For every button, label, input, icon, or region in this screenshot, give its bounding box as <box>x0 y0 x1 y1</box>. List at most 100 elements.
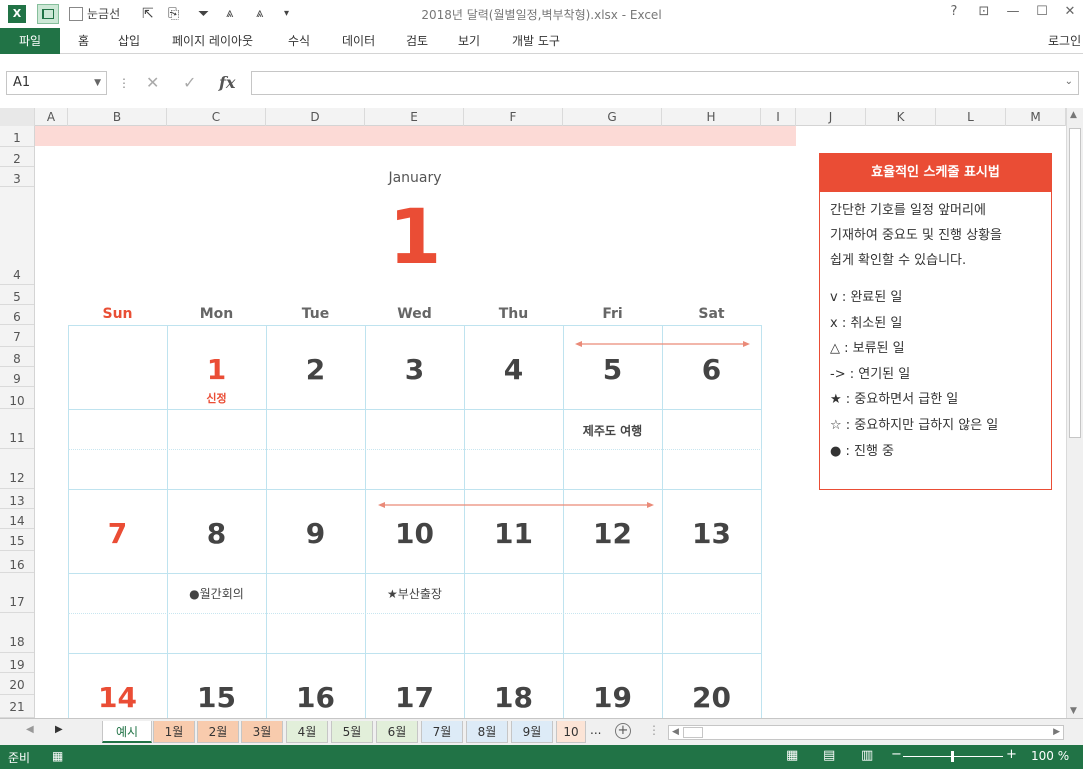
vertical-scrollbar[interactable]: ▲ ▼ <box>1066 108 1083 718</box>
tab-review[interactable]: 검토 <box>406 28 428 54</box>
close-button[interactable]: ✕ <box>1060 4 1080 19</box>
horizontal-scroll-thumb[interactable] <box>683 727 703 738</box>
sheet-tab-oct[interactable]: 10 <box>556 721 586 743</box>
row-header[interactable]: 17 <box>0 573 34 613</box>
scroll-up-icon[interactable]: ▲ <box>1070 110 1077 120</box>
row-header[interactable]: 4 <box>0 187 34 285</box>
sheet-tab-aug[interactable]: 8월 <box>466 721 508 743</box>
column-header[interactable]: H <box>662 108 761 126</box>
normal-view-icon[interactable]: ▦ <box>786 748 798 763</box>
grid-line <box>68 489 762 490</box>
legend-title: 효율적인 스케줄 표시법 <box>820 154 1051 192</box>
scroll-left-icon[interactable]: ◀ <box>672 726 679 739</box>
enter-icon[interactable]: ✓ <box>183 73 196 92</box>
row-header[interactable]: 5 <box>0 285 34 305</box>
zoom-slider-thumb[interactable] <box>951 751 954 762</box>
expand-formula-icon[interactable]: ⌄ <box>1065 76 1073 87</box>
sheet-tab-jan[interactable]: 1월 <box>153 721 195 743</box>
column-header[interactable]: E <box>365 108 464 126</box>
row-header[interactable]: 1 <box>0 126 34 147</box>
tab-home[interactable]: 홈 <box>78 28 89 54</box>
sheet-tab-sep[interactable]: 9월 <box>511 721 553 743</box>
help-button[interactable]: ? <box>944 4 964 19</box>
row-header[interactable]: 9 <box>0 367 34 387</box>
row-header[interactable]: 3 <box>0 167 34 187</box>
column-header[interactable]: A <box>35 108 68 126</box>
legend-item: △ : 보류된 일 <box>830 341 905 357</box>
cancel-icon[interactable]: ✕ <box>146 73 159 92</box>
weekday-sat: Sat <box>698 306 725 322</box>
new-sheet-icon[interactable]: + <box>615 723 631 739</box>
row-header[interactable]: 10 <box>0 387 34 409</box>
name-box[interactable]: A1 ▼ <box>6 71 107 95</box>
macro-record-icon[interactable]: ▦ <box>52 749 63 763</box>
row-header[interactable]: 8 <box>0 347 34 367</box>
row-header[interactable]: 19 <box>0 653 34 673</box>
name-box-value: A1 <box>13 75 31 90</box>
tab-view[interactable]: 보기 <box>458 28 480 54</box>
row-header[interactable]: 18 <box>0 613 34 653</box>
more-tabs-icon[interactable]: ... <box>590 723 601 737</box>
column-header[interactable]: K <box>866 108 936 126</box>
row-header[interactable]: 2 <box>0 147 34 167</box>
row-header[interactable]: 7 <box>0 325 34 347</box>
vertical-scroll-thumb[interactable] <box>1069 128 1081 438</box>
column-header[interactable]: L <box>936 108 1006 126</box>
column-header[interactable]: F <box>464 108 563 126</box>
sheet-tab-feb[interactable]: 2월 <box>197 721 239 743</box>
scroll-tabs-left-icon[interactable]: ◀ <box>26 724 34 735</box>
zoom-in-button[interactable]: + <box>1006 747 1017 762</box>
column-header[interactable]: M <box>1006 108 1066 126</box>
tab-insert[interactable]: 삽입 <box>118 28 140 54</box>
row-header[interactable]: 13 <box>0 489 34 509</box>
column-header[interactable]: I <box>761 108 796 126</box>
maximize-button[interactable]: ☐ <box>1032 4 1052 19</box>
sheet-tab-may[interactable]: 5월 <box>331 721 373 743</box>
sheet-tab-mar[interactable]: 3월 <box>241 721 283 743</box>
more-options-icon: ⋮ <box>118 76 130 90</box>
day-number: 3 <box>404 353 425 386</box>
scroll-down-icon[interactable]: ▼ <box>1070 706 1077 716</box>
page-layout-view-icon[interactable]: ▤ <box>823 748 835 763</box>
insert-function-icon[interactable]: fx <box>219 73 235 92</box>
column-header[interactable]: D <box>266 108 365 126</box>
sheet-tab-example[interactable]: 예시 <box>102 721 152 743</box>
formula-input[interactable]: ⌄ <box>251 71 1079 95</box>
row-header[interactable]: 20 <box>0 673 34 695</box>
row-header[interactable]: 12 <box>0 449 34 489</box>
scroll-right-icon[interactable]: ▶ <box>1053 726 1060 739</box>
zoom-out-button[interactable]: − <box>891 747 902 762</box>
tab-data[interactable]: 데이터 <box>342 28 375 54</box>
zoom-level[interactable]: 100 % <box>1031 749 1069 763</box>
sheet-tab-jul[interactable]: 7월 <box>421 721 463 743</box>
row-header[interactable]: 6 <box>0 305 34 325</box>
sheet-area[interactable]: January 1 Sun Mon Tue Wed Thu Fri Sat 1 … <box>35 126 1066 718</box>
tab-formulas[interactable]: 수식 <box>288 28 310 54</box>
tab-developer[interactable]: 개발 도구 <box>512 28 560 54</box>
column-header[interactable]: G <box>563 108 662 126</box>
row-header[interactable]: 21 <box>0 695 34 718</box>
minimize-button[interactable]: — <box>1003 4 1023 19</box>
column-header[interactable]: C <box>167 108 266 126</box>
span-arrow <box>378 502 654 508</box>
sheet-tab-jun[interactable]: 6월 <box>376 721 418 743</box>
tab-page-layout[interactable]: 페이지 레이아웃 <box>172 28 253 54</box>
page-break-view-icon[interactable]: ▥ <box>861 748 873 763</box>
tab-file[interactable]: 파일 <box>0 28 60 54</box>
split-handle-icon[interactable]: ⋮ <box>648 723 660 737</box>
ribbon-display-options-icon[interactable]: ⊡ <box>974 4 994 19</box>
login-link[interactable]: 로그인 <box>1048 28 1081 54</box>
select-all-corner[interactable] <box>0 108 35 126</box>
column-header[interactable]: J <box>796 108 866 126</box>
row-header[interactable]: 16 <box>0 551 34 573</box>
row-header[interactable]: 11 <box>0 409 34 449</box>
chevron-down-icon[interactable]: ▼ <box>94 72 101 94</box>
horizontal-scrollbar[interactable]: ◀ ▶ <box>668 725 1064 740</box>
row-header[interactable]: 15 <box>0 529 34 551</box>
column-header[interactable]: B <box>68 108 167 126</box>
row-header[interactable]: 14 <box>0 509 34 529</box>
scroll-tabs-right-icon[interactable]: ▶ <box>55 724 63 735</box>
day-number: 17 <box>395 681 434 714</box>
legend-item: ● : 진행 중 <box>830 443 895 459</box>
sheet-tab-apr[interactable]: 4월 <box>286 721 328 743</box>
